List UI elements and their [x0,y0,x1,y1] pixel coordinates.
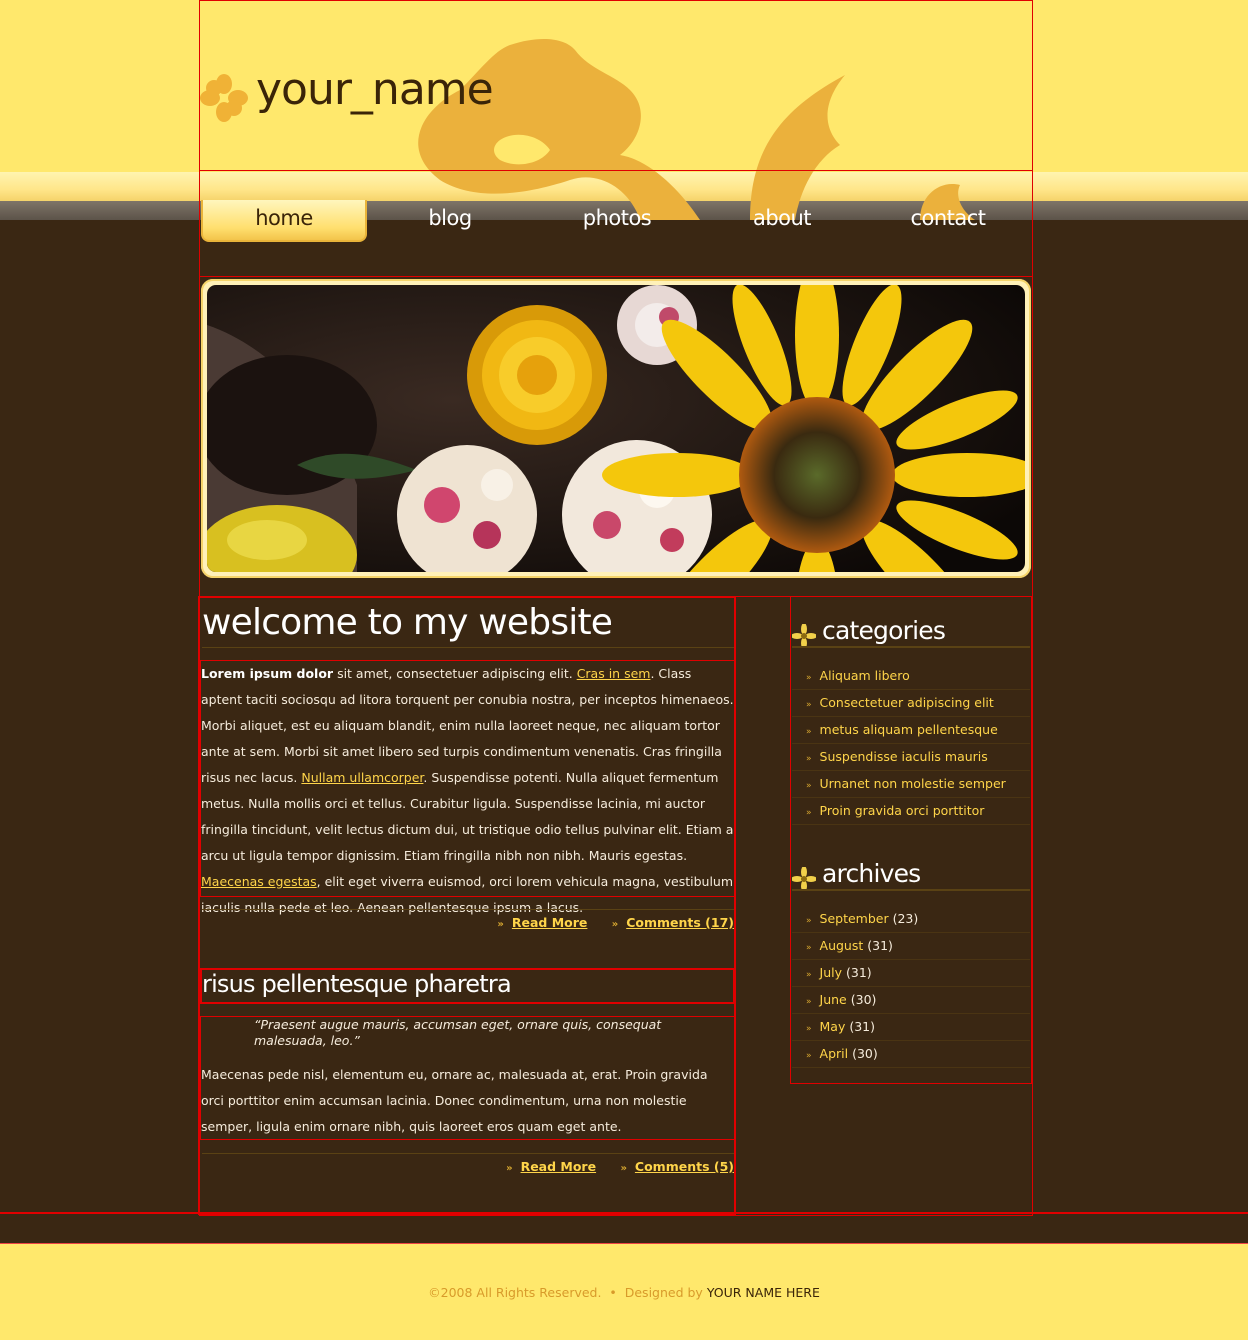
list-item: » September (23) [792,906,1030,933]
footer-text: ©2008 All Rights Reserved. • Designed by… [0,1285,1248,1300]
post-title[interactable]: risus pellentesque pharetra [202,970,512,998]
arrow-icon: » [497,919,504,930]
nav-tab-photos[interactable]: photos [534,200,700,242]
list-item: » Aliquam libero [792,663,1030,690]
category-link[interactable]: Aliquam libero [820,668,910,683]
banner-frame [201,279,1031,578]
read-more-label: Read More [511,915,588,930]
designed-by-label: Designed by [624,1285,703,1300]
archives-list: » September (23) » August (31) » July (31) … [792,906,1030,1068]
arrow-icon: » [806,1024,812,1034]
nav-tab-home[interactable]: home [201,200,367,242]
post-body: Maecenas pede nisl, elementum eu, ornare… [201,1067,708,1134]
list-item: » Suspendisse iaculis mauris [792,744,1030,771]
arrow-icon: » [806,997,812,1007]
post-body: Lorem ipsum dolor sit amet, consectetuer… [201,661,734,921]
arrow-icon: » [806,754,812,764]
inline-link[interactable]: Nullam ullamcorper [301,770,423,785]
divider [792,646,1030,648]
read-more-label: Read More [520,1159,597,1174]
post-body-text: . Class aptent taciti sociosqu ad litora… [201,666,734,785]
nav-tab-blog[interactable]: blog [367,200,533,242]
archive-link[interactable]: July [820,965,842,980]
arrow-icon: » [806,970,812,980]
nav-tab-about[interactable]: about [699,200,865,242]
comments-label: Comments (5) [634,1159,734,1174]
archive-count: (31) [867,938,893,953]
outline-footer-line [0,1212,1248,1214]
list-item: » June (30) [792,987,1030,1014]
archive-count: (23) [892,911,919,926]
nav-tab-contact[interactable]: contact [865,200,1031,242]
flower-banner-image [207,285,1025,572]
list-item: » Proin gravida orci porttitor [792,798,1030,825]
arrow-icon: » [806,727,812,737]
comments-link[interactable]: » Comments (17) [612,915,734,930]
categories-title: categories [822,616,946,645]
list-item: » August (31) [792,933,1030,960]
category-link[interactable]: Proin gravida orci porttitor [820,803,985,818]
designer-link[interactable]: YOUR NAME HERE [707,1285,820,1300]
list-item: » July (31) [792,960,1030,987]
arrow-icon: » [806,700,812,710]
category-link[interactable]: metus aliquam pellentesque [820,722,998,737]
logo-flower-icon [200,74,248,122]
arrow-icon: » [806,673,812,683]
archive-link[interactable]: September [820,911,889,926]
archive-link[interactable]: August [820,938,864,953]
divider [202,647,734,648]
leaf-decoration [418,38,975,220]
archive-count: (31) [845,965,872,980]
arrow-icon: » [506,1163,513,1174]
arrow-icon: » [806,916,812,926]
archive-count: (30) [852,1046,878,1061]
list-item: » April (30) [792,1041,1030,1068]
flower-icon [792,867,816,891]
divider [202,909,734,910]
footer-separator: • [609,1285,617,1300]
category-link[interactable]: Consectetuer adipiscing elit [820,695,994,710]
divider [792,889,1030,891]
arrow-icon: » [611,919,619,930]
archive-link[interactable]: May [820,1019,846,1034]
list-item: » metus aliquam pellentesque [792,717,1030,744]
arrow-icon: » [806,808,812,818]
post-body-text: sit amet, consectetuer adipiscing elit. [333,666,577,681]
category-link[interactable]: Suspendisse iaculis mauris [820,749,988,764]
post-actions: » Read More » Comments (5) [486,1159,734,1174]
inline-link[interactable]: Cras in sem [577,666,651,681]
arrow-icon: » [806,781,812,791]
post-title[interactable]: welcome to my website [202,602,613,643]
inline-link[interactable]: Maecenas egestas [201,874,317,889]
categories-list: » Aliquam libero » Consectetuer adipiscing… [792,663,1030,825]
divider [202,1002,734,1003]
flower-icon [792,624,816,648]
archive-link[interactable]: June [820,992,847,1007]
comments-link[interactable]: » Comments (5) [620,1159,734,1174]
copyright: ©2008 All Rights Reserved. [428,1285,602,1300]
archive-link[interactable]: April [820,1046,849,1061]
archives-title: archives [822,859,921,888]
post-body-bold: Lorem ipsum dolor [201,666,334,681]
divider [202,1153,734,1154]
list-item: » Urnanet non molestie semper [792,771,1030,798]
archive-count: (31) [849,1019,876,1034]
archive-count: (30) [850,992,877,1007]
comments-label: Comments (17) [626,915,734,930]
read-more-link[interactable]: » Read More [506,1159,596,1174]
read-more-link[interactable]: » Read More [497,915,587,930]
arrow-icon: » [806,943,812,953]
post-quote: “Praesent augue mauris, accumsan eget, o… [254,1017,662,1048]
category-link[interactable]: Urnanet non molestie semper [820,776,1006,791]
list-item: » May (31) [792,1014,1030,1041]
arrow-icon: » [806,1051,812,1061]
site-name[interactable]: your_name [256,64,494,115]
post-actions: » Read More » Comments (17) [477,915,734,930]
list-item: » Consectetuer adipiscing elit [792,690,1030,717]
arrow-icon: » [620,1163,627,1174]
